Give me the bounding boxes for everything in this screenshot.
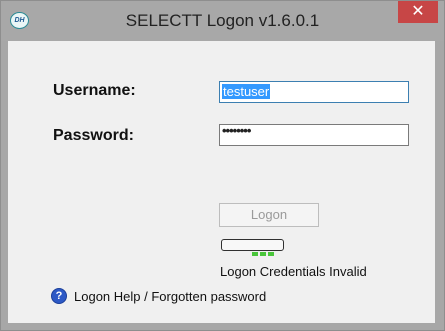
- username-input[interactable]: testuser: [219, 81, 409, 103]
- progress-segment: [252, 252, 258, 256]
- logon-form: Username: testuser Password: •••••••• Lo…: [8, 41, 435, 323]
- close-icon: ✕: [411, 3, 425, 20]
- password-label: Password:: [53, 127, 134, 144]
- progress-segment: [268, 252, 274, 256]
- password-input[interactable]: ••••••••: [219, 124, 409, 146]
- window-title: SELECTT Logon v1.6.0.1: [125, 11, 320, 30]
- dh-logo-icon: DH: [10, 12, 29, 29]
- logon-progress-bar: [221, 239, 284, 256]
- close-button[interactable]: ✕: [398, 1, 438, 23]
- username-label: Username:: [53, 82, 136, 99]
- progress-segment: [260, 252, 266, 256]
- logon-window: DH SELECTT Logon v1.6.0.1 ✕ Username: te…: [0, 0, 445, 331]
- progress-fill: [252, 243, 276, 256]
- password-value: ••••••••: [222, 124, 251, 138]
- help-icon[interactable]: ?: [51, 288, 67, 304]
- title-bar: DH SELECTT Logon v1.6.0.1 ✕: [1, 1, 444, 41]
- help-link[interactable]: Logon Help / Forgotten password: [74, 289, 266, 304]
- logon-button[interactable]: Logon: [219, 203, 319, 227]
- username-value: testuser: [222, 84, 271, 99]
- status-message: Logon Credentials Invalid: [220, 264, 367, 279]
